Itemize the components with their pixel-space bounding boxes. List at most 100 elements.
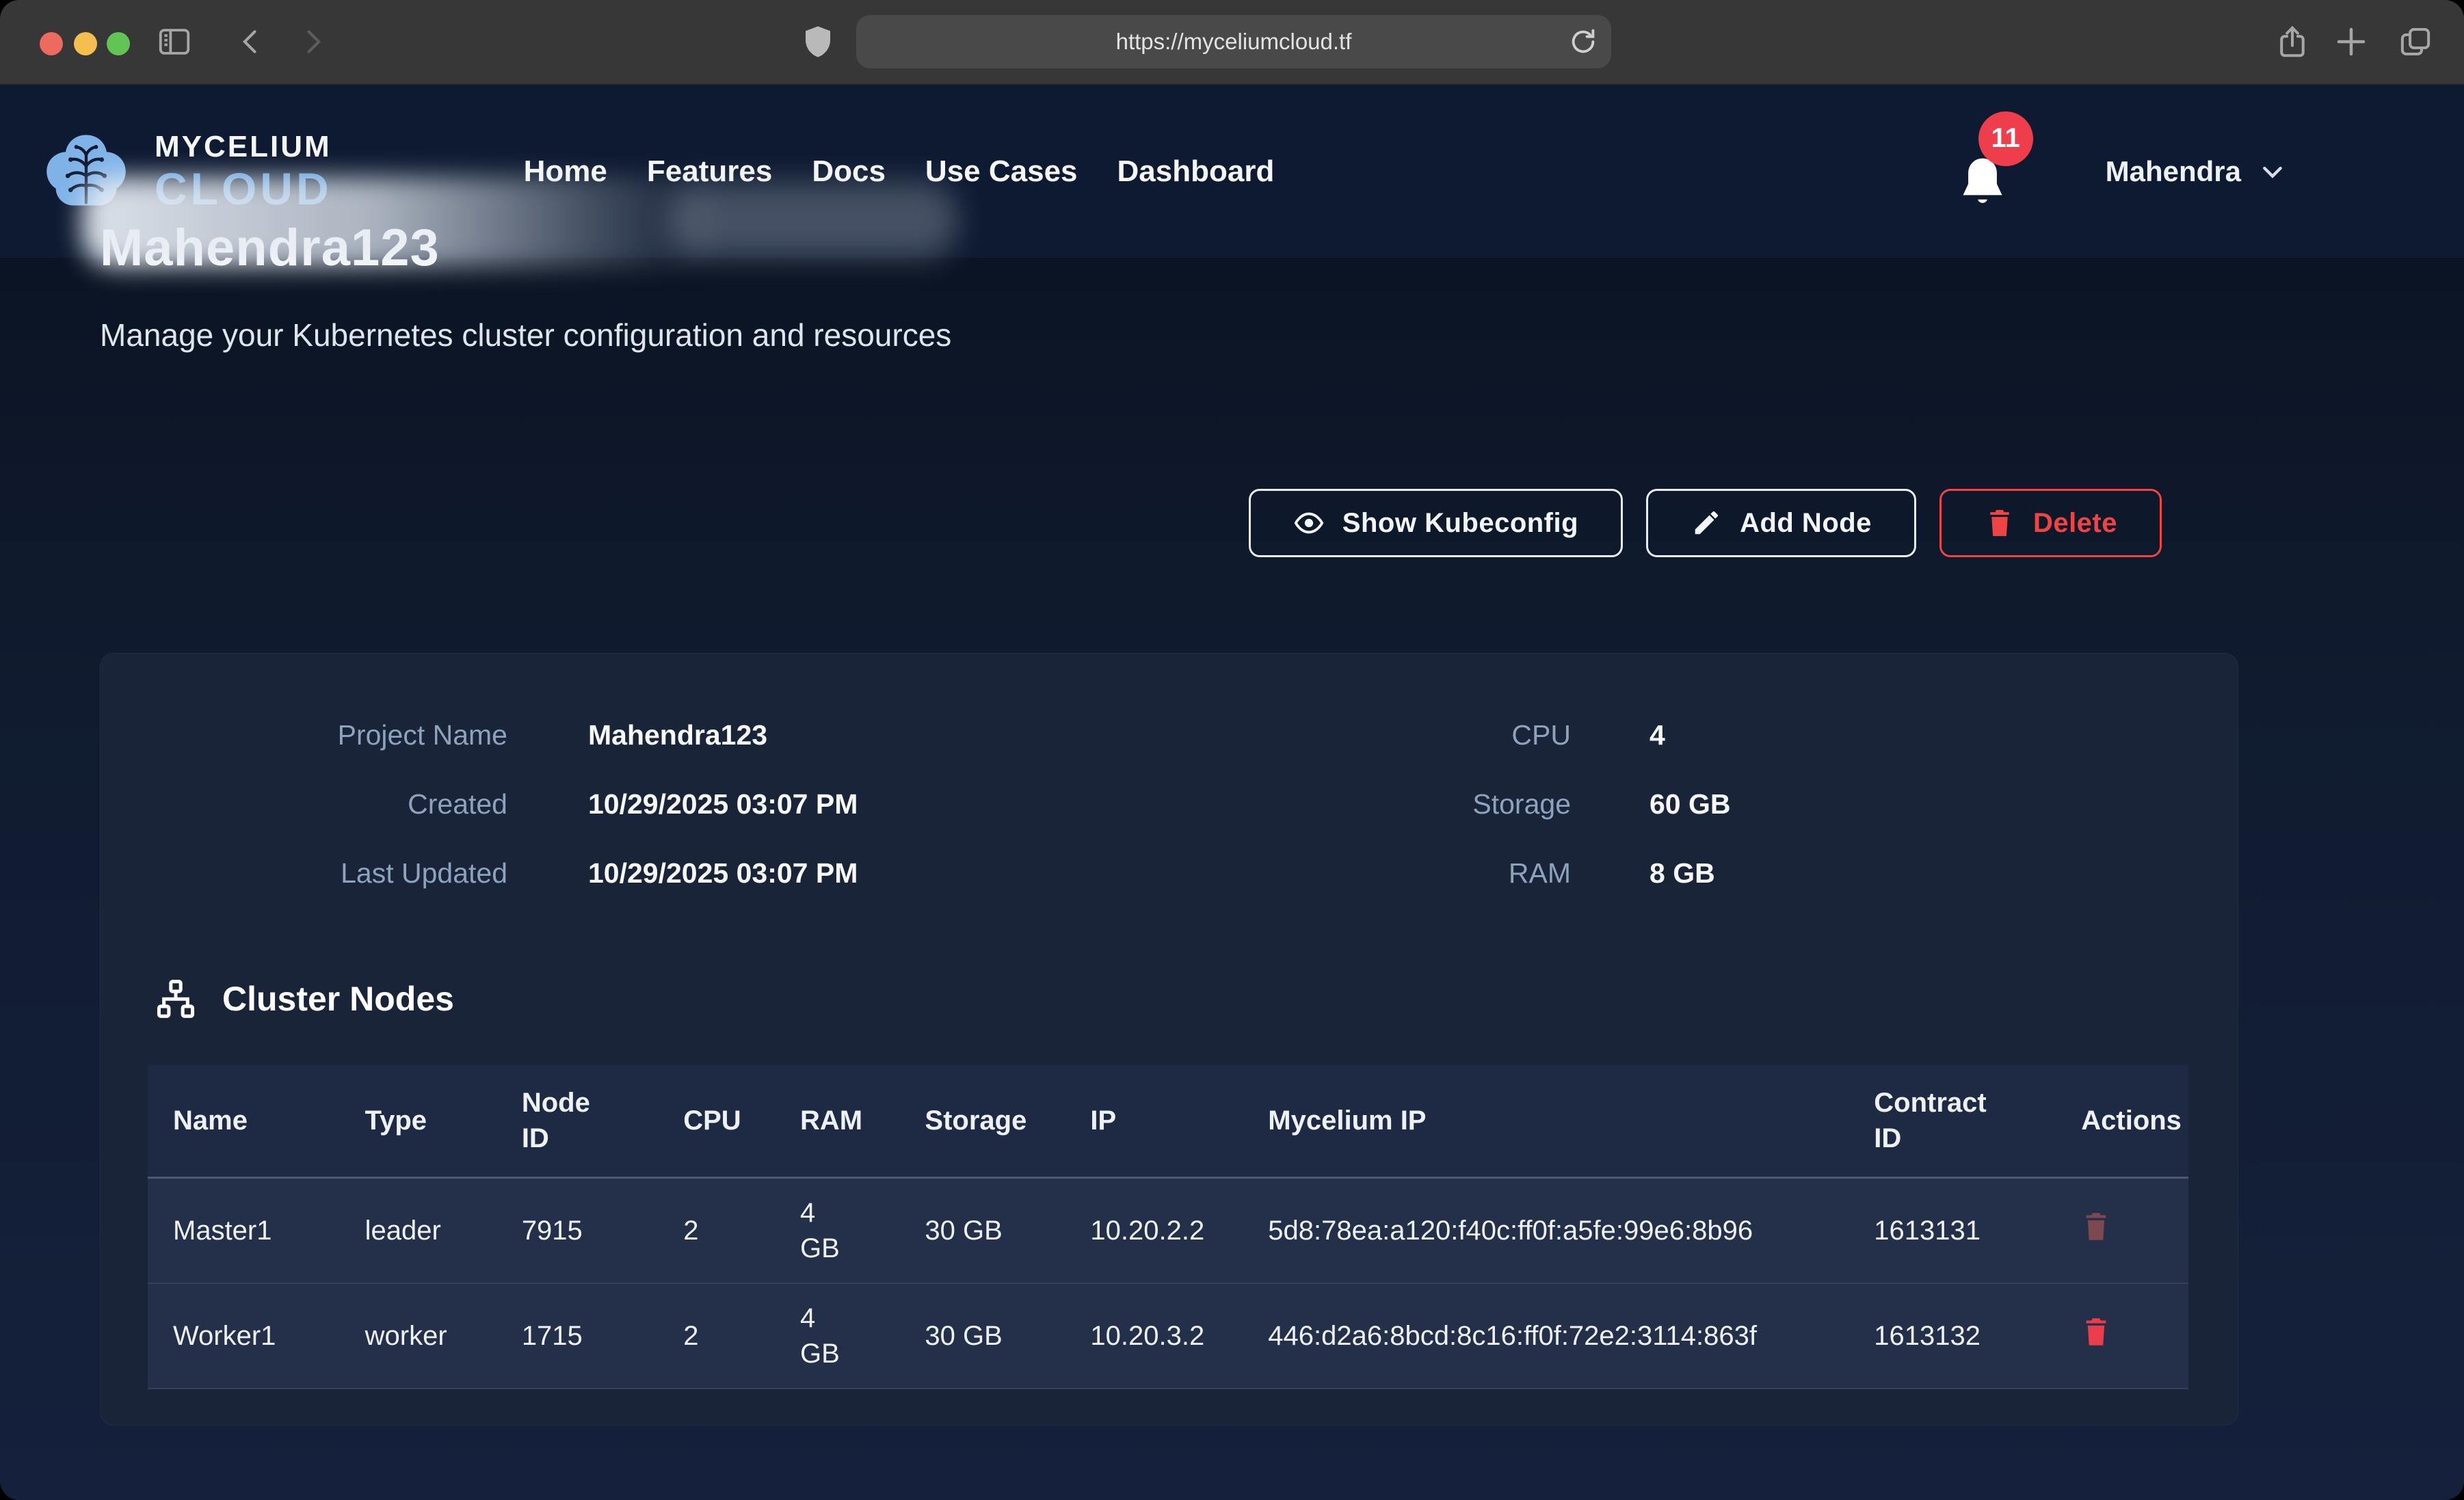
new-tab-icon[interactable] (2333, 23, 2370, 60)
cell-name: Worker1 (148, 1283, 341, 1389)
cell-cpu: 2 (659, 1178, 776, 1284)
column-header-label: Node ID (522, 1085, 624, 1156)
cell-value: 1715 (522, 1321, 583, 1351)
cell-value: 7915 (522, 1216, 583, 1246)
refresh-icon[interactable] (1567, 26, 1599, 57)
cell-mycelium-ip: 5d8:78ea:a120:f40c:ff0f:a5fe:99e6:8b96 (1243, 1178, 1849, 1284)
cluster-info-right: CPU4Storage60 GBRAM8 GB (1297, 719, 2238, 889)
tab-overview-icon[interactable] (2397, 23, 2434, 60)
sidebar-toggle-icon[interactable] (156, 23, 193, 60)
cell-value: 5d8:78ea:a120:f40c:ff0f:a5fe:99e6:8b96 (1268, 1211, 1842, 1250)
cell-node-id: 1715 (497, 1283, 659, 1389)
cell-ram: 4 GB (776, 1178, 900, 1284)
cell-value: Master1 (173, 1216, 272, 1246)
cell-ip: 10.20.2.2 (1065, 1178, 1243, 1284)
cell-actions (2056, 1283, 2188, 1389)
cell-actions (2056, 1178, 2188, 1284)
brand-line1: MYCELIUM (155, 132, 332, 162)
pencil-icon (1691, 507, 1722, 539)
column-header-label: IP (1090, 1106, 1116, 1136)
eye-icon (1293, 507, 1325, 539)
info-label-ram: RAM (1297, 857, 1571, 889)
notifications-button[interactable]: 11 (1957, 154, 2009, 213)
network-topology-icon (154, 977, 198, 1021)
main-content: Manage your Kubernetes cluster configura… (0, 258, 2464, 1425)
screenshot-stage: https://myceliumcloud.tf (0, 0, 2464, 1500)
cell-value: 2 (683, 1321, 698, 1351)
column-header-node-id: Node ID (497, 1064, 659, 1178)
cell-value: 4 GB (800, 1300, 849, 1371)
cell-value: 446:d2a6:8bcd:8c16:ff0f:72e2:3114:863f (1268, 1316, 1842, 1356)
column-header-actions: Actions (2056, 1064, 2188, 1178)
node-row-master1: Master1 leader 7915 2 4 GB 30 GB 10.20.2.2 5d8:… (148, 1178, 2188, 1284)
nodes-table-wrap: Name Type Node ID CPU RAM Storage IP Mycelium I… (148, 1064, 2188, 1389)
info-value-cpu: 4 (1650, 719, 2238, 751)
cell-value: 4 GB (800, 1195, 849, 1266)
trash-icon (1984, 507, 2015, 539)
cell-storage: 30 GB (900, 1283, 1065, 1389)
info-value-created: 10/29/2025 03:07 PM (588, 788, 1297, 820)
browser-toolbar: https://myceliumcloud.tf (0, 0, 2464, 85)
user-menu[interactable]: Mahendra (2106, 155, 2286, 188)
column-header-label: Contract ID (1874, 1085, 1997, 1156)
cell-cpu: 2 (659, 1283, 776, 1389)
fullscreen-window-button[interactable] (107, 32, 130, 55)
info-label-created: Created (101, 788, 507, 820)
column-header-name: Name (148, 1064, 341, 1178)
cell-value: 30 GB (925, 1216, 1002, 1246)
button-label: Add Node (1740, 508, 1872, 539)
notification-badge: 11 (1978, 111, 2033, 166)
back-icon[interactable] (236, 23, 266, 60)
cell-ram: 4 GB (776, 1283, 900, 1389)
delete-node-button-worker1[interactable] (2081, 1315, 2111, 1351)
cell-value: 2 (683, 1216, 698, 1246)
show-kubeconfig-button[interactable]: Show Kubeconfig (1249, 489, 1623, 557)
delete-button[interactable]: Delete (1939, 489, 2162, 557)
column-header-label: Mycelium IP (1268, 1106, 1426, 1136)
column-header-contract-id: Contract ID (1849, 1064, 2056, 1178)
cell-name: Master1 (148, 1178, 341, 1284)
column-header-ip: IP (1065, 1064, 1243, 1178)
address-bar[interactable]: https://myceliumcloud.tf (856, 15, 1611, 68)
table-header-row: Name Type Node ID CPU RAM Storage IP Mycelium I… (148, 1064, 2188, 1178)
url-text: https://myceliumcloud.tf (1116, 29, 1352, 55)
cluster-nodes-title: Cluster Nodes (222, 979, 454, 1019)
cell-value: 10.20.3.2 (1090, 1321, 1204, 1351)
privacy-blur-smudge (82, 177, 725, 267)
column-header-label: Type (365, 1106, 427, 1136)
nodes-table: Name Type Node ID CPU RAM Storage IP Mycelium I… (148, 1064, 2188, 1389)
column-header-label: CPU (683, 1106, 741, 1136)
cell-ip: 10.20.3.2 (1065, 1283, 1243, 1389)
add-node-button[interactable]: Add Node (1646, 489, 1916, 557)
browser-window: https://myceliumcloud.tf (0, 0, 2464, 1500)
minimize-window-button[interactable] (74, 32, 97, 55)
forward-icon[interactable] (297, 23, 328, 60)
info-value-storage: 60 GB (1650, 788, 2238, 820)
cell-node-id: 7915 (497, 1178, 659, 1284)
close-window-button[interactable] (40, 32, 63, 55)
info-value-ram: 8 GB (1650, 857, 2238, 889)
column-header-mycelium-ip: Mycelium IP (1243, 1064, 1849, 1178)
share-icon[interactable] (2274, 23, 2311, 60)
cell-type: worker (341, 1283, 497, 1389)
cluster-nodes-header: Cluster Nodes (154, 977, 2238, 1021)
column-header-label: Storage (925, 1106, 1026, 1136)
cell-value: 1613131 (1874, 1216, 1981, 1246)
info-value-last-updated: 10/29/2025 03:07 PM (588, 857, 1297, 889)
delete-node-button-master1[interactable] (2081, 1209, 2111, 1246)
privacy-blur-smudge-2 (670, 183, 957, 258)
info-value-project-name: Mahendra123 (588, 719, 1297, 751)
cell-storage: 30 GB (900, 1178, 1065, 1284)
nav-link-use-cases[interactable]: Use Cases (924, 148, 1079, 196)
user-name: Mahendra (2106, 155, 2241, 188)
cell-type: leader (341, 1178, 497, 1284)
nav-link-dashboard[interactable]: Dashboard (1116, 148, 1276, 196)
info-label-project-name: Project Name (101, 719, 507, 751)
column-header-ram: RAM (776, 1064, 900, 1178)
cell-value: worker (365, 1321, 447, 1351)
cell-value: Worker1 (173, 1321, 276, 1351)
column-header-type: Type (341, 1064, 497, 1178)
chevron-down-icon (2259, 158, 2286, 185)
column-header-storage: Storage (900, 1064, 1065, 1178)
privacy-shield-icon[interactable] (799, 23, 836, 60)
